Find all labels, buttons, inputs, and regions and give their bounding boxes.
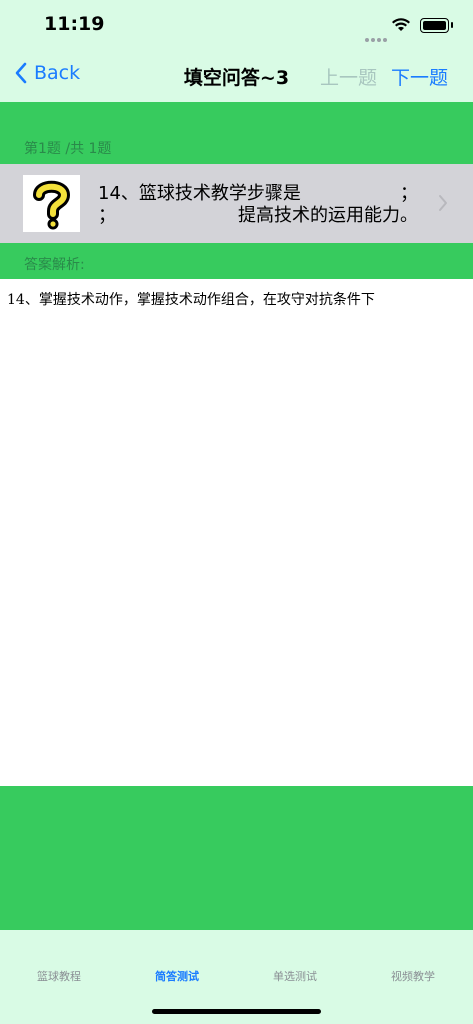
- next-question-button[interactable]: 下一题: [391, 63, 448, 90]
- status-bar: 11:19: [0, 0, 473, 50]
- answer-area: 14、掌握技术动作，掌握技术动作组合，在攻守对抗条件下: [0, 279, 473, 786]
- question-counter: 第1题 /共 1题: [24, 141, 112, 157]
- signal-icon: [365, 27, 389, 46]
- question-mark-icon: [23, 175, 80, 232]
- answer-text: 14、掌握技术动作，掌握技术动作组合，在攻守对抗条件下: [7, 292, 375, 308]
- footer-band: [0, 786, 473, 930]
- chevron-right-icon: [439, 195, 447, 211]
- question-line1: 14、篮球技术教学步骤是: [98, 183, 301, 204]
- tab-single-choice-test[interactable]: 单选测试: [236, 968, 354, 984]
- navigation-bar: Back 填空问答~3 上一题 下一题: [0, 50, 473, 102]
- tab-basketball-tutorial[interactable]: 篮球教程: [0, 968, 118, 984]
- tab-video-teaching[interactable]: 视频教学: [354, 968, 472, 984]
- previous-question-button[interactable]: 上一题: [320, 63, 377, 90]
- tab-short-answer-test[interactable]: 简答测试: [118, 968, 236, 984]
- wifi-icon: [392, 18, 410, 31]
- battery-icon: [420, 18, 453, 33]
- question-line2-end: 提高技术的运用能力。: [238, 205, 418, 226]
- answer-label: 答案解析:: [24, 257, 85, 273]
- status-time: 11:19: [44, 13, 105, 35]
- home-indicator: [152, 1009, 321, 1014]
- question-line2-start: ；: [98, 205, 116, 226]
- question-line1-end: ；: [400, 183, 418, 204]
- question-text: 14、篮球技术教学步骤是 ； ； 提高技术的运用能力。: [98, 183, 418, 227]
- question-row[interactable]: 14、篮球技术教学步骤是 ； ； 提高技术的运用能力。: [0, 164, 473, 243]
